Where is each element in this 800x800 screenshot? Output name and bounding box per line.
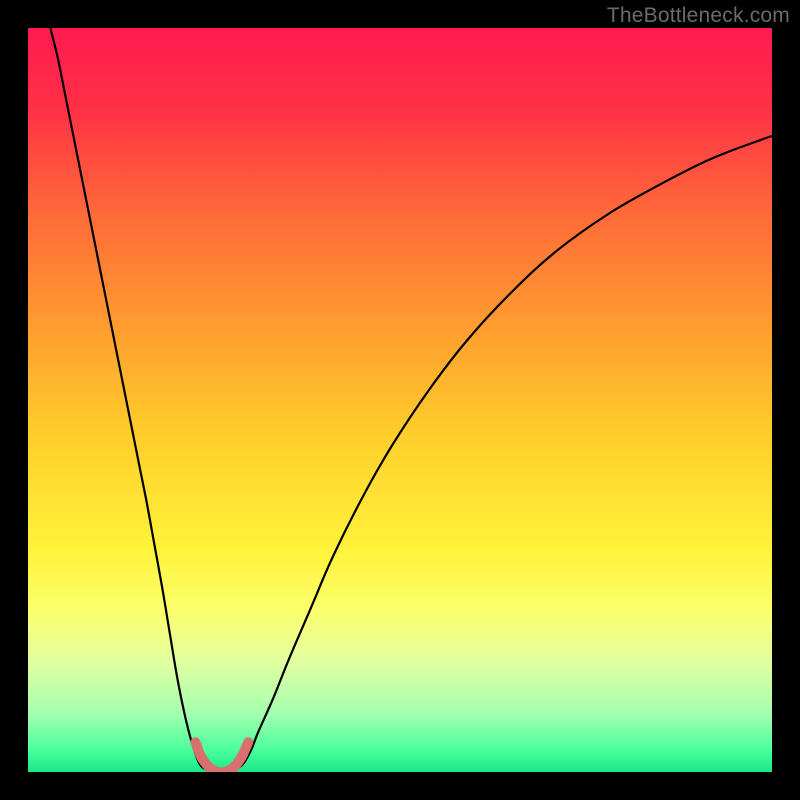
chart-frame: TheBottleneck.com [0,0,800,800]
gradient-background [28,28,772,772]
chart-svg [28,28,772,772]
plot-area [28,28,772,772]
watermark-text: TheBottleneck.com [607,4,790,28]
